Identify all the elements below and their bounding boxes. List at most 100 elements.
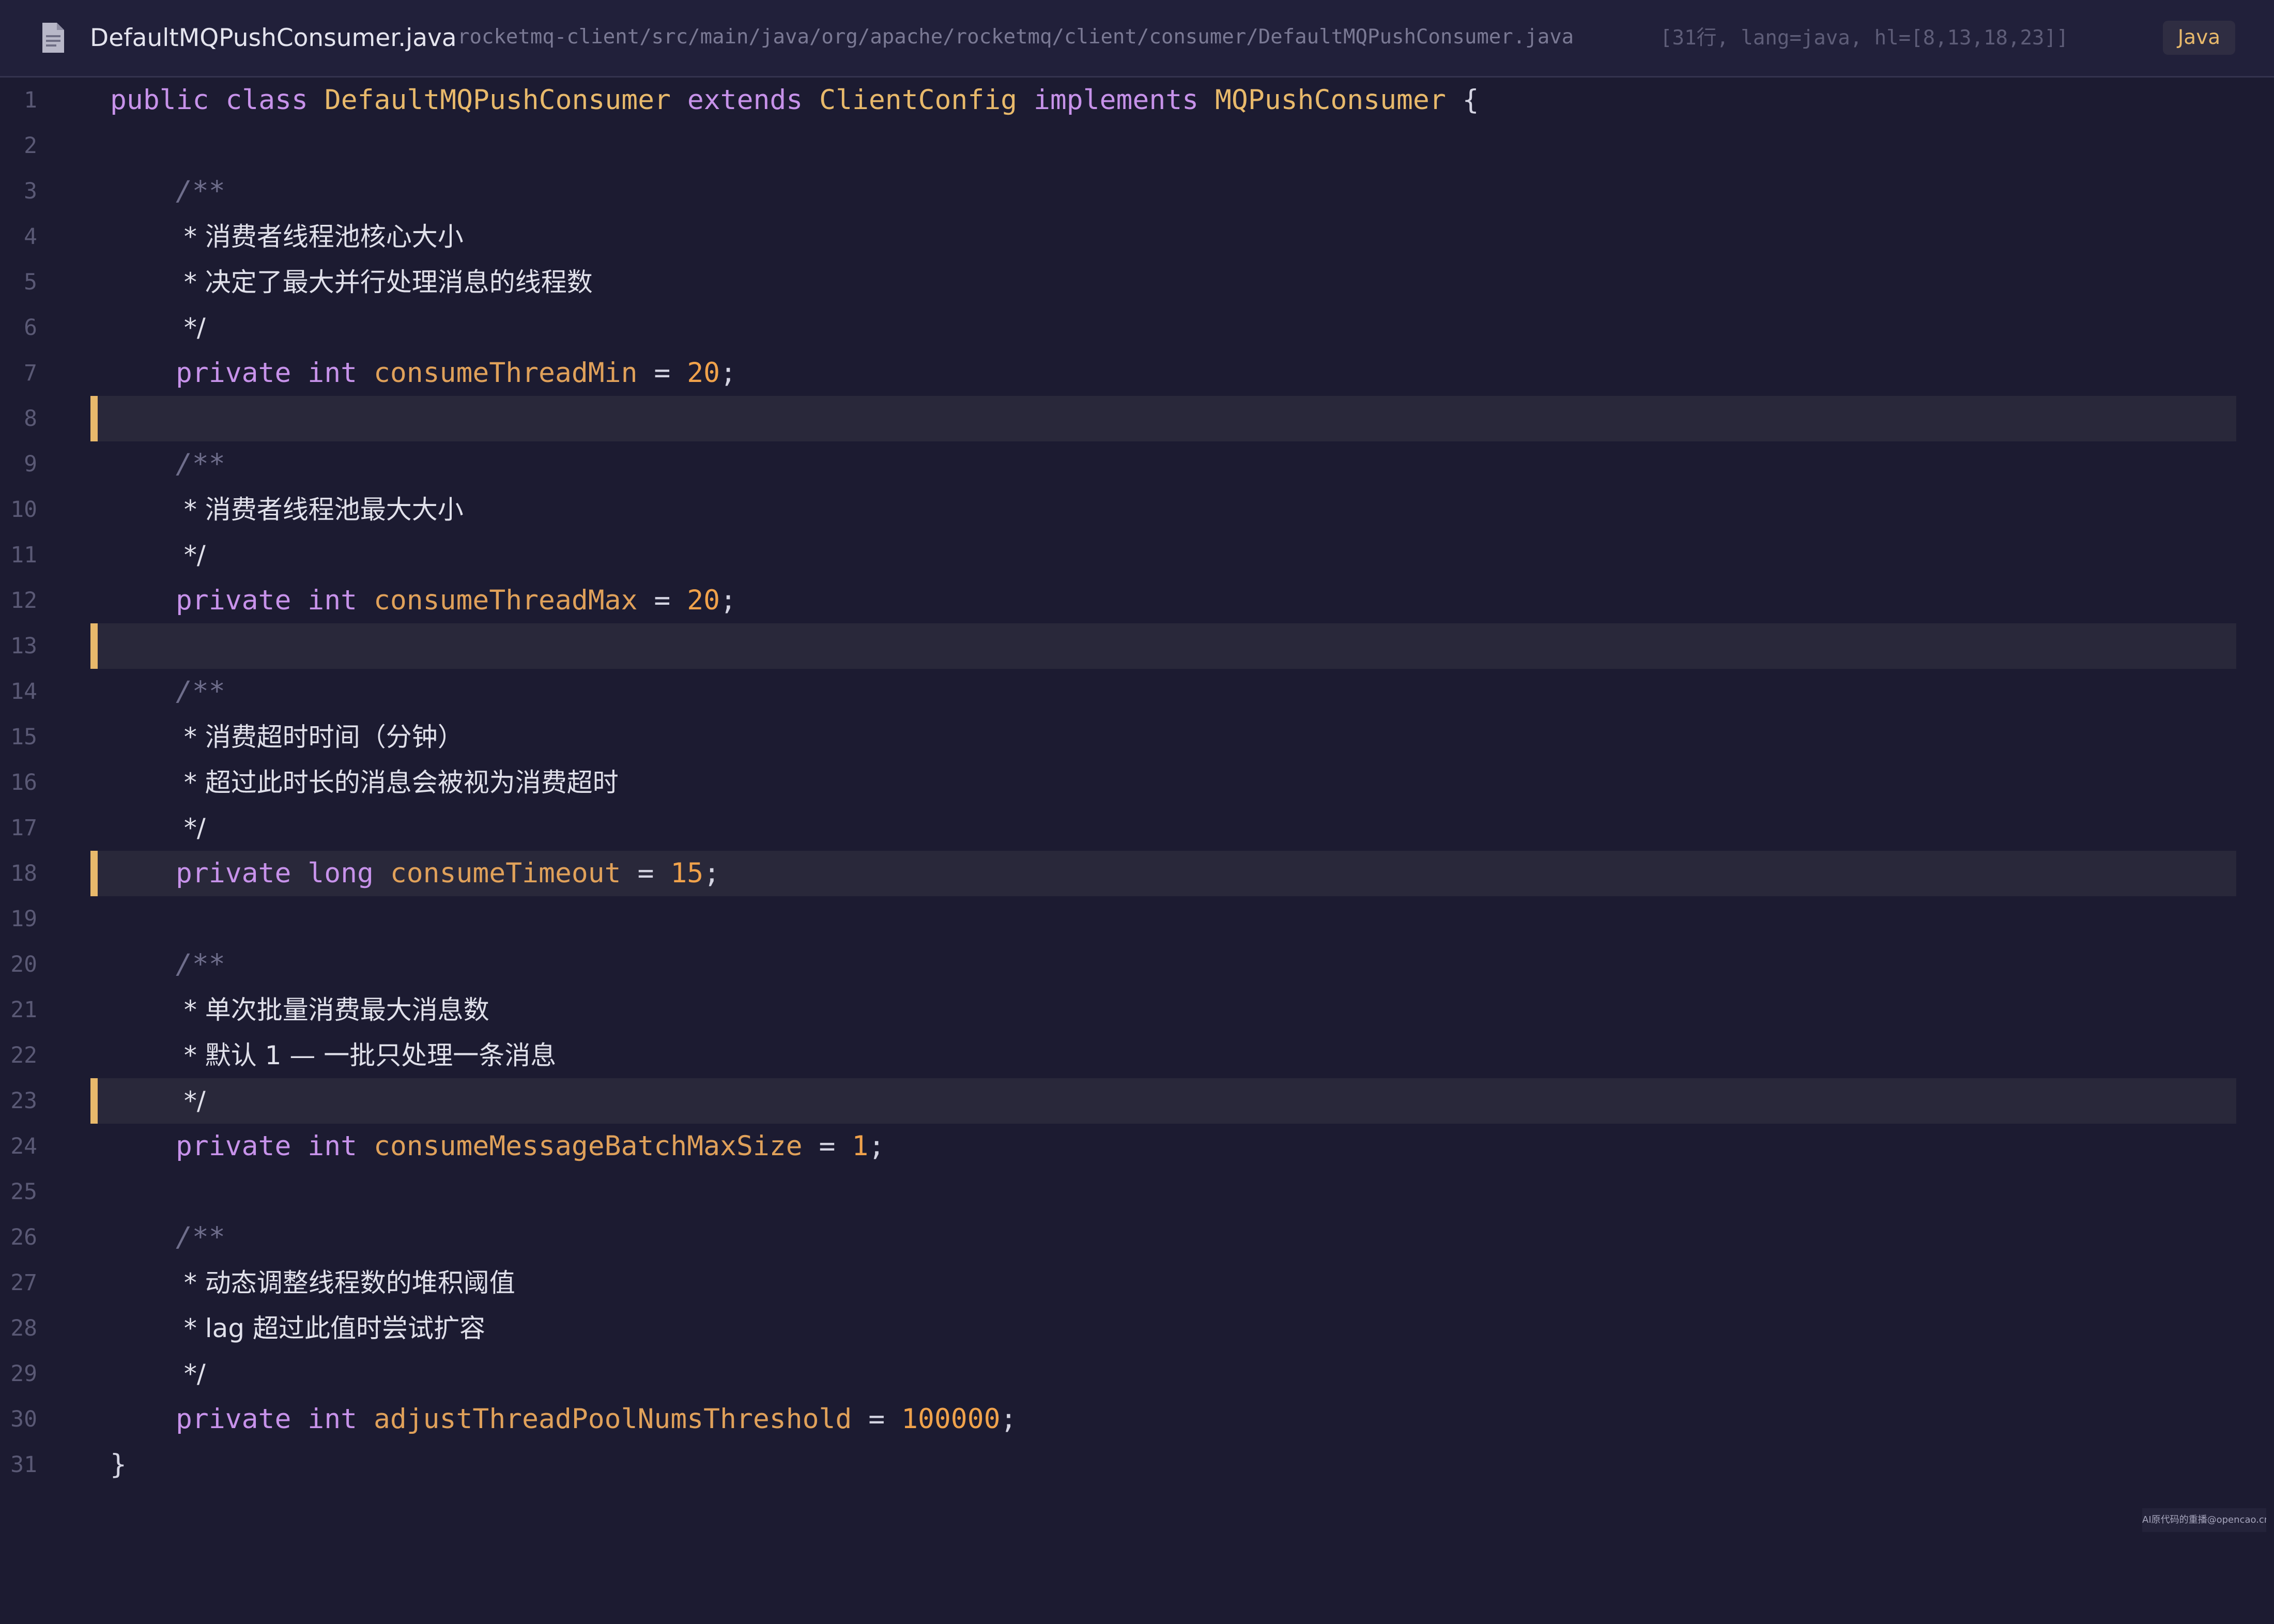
comment: /**	[176, 448, 225, 480]
code-line: 19	[0, 896, 2274, 942]
modifier: private	[176, 585, 291, 616]
file-path: rocketmq-client/src/main/java/org/apache…	[457, 25, 1574, 49]
closing-brace: }	[110, 1449, 127, 1480]
line-number: 10	[10, 497, 37, 523]
line-number: 7	[24, 360, 37, 386]
file-header: DefaultMQPushConsumer.java rocketmq-clie…	[0, 0, 2274, 78]
field-declaration: private int consumeMessageBatchMaxSize =…	[176, 1124, 885, 1169]
field-declaration: private int adjustThreadPoolNumsThreshol…	[176, 1397, 1017, 1442]
operator: =	[819, 1130, 836, 1162]
comment: /**	[176, 1221, 225, 1253]
code-line: 2	[0, 123, 2274, 168]
document-icon	[42, 23, 64, 53]
line-number: 14	[10, 679, 37, 704]
line-number: 28	[10, 1315, 37, 1341]
line-number: 19	[10, 906, 37, 932]
field-name: consumeThreadMax	[373, 585, 638, 616]
comment: /**	[176, 175, 225, 207]
semicolon: ;	[703, 857, 720, 889]
field-declaration: private int consumeThreadMax = 20;	[176, 578, 736, 623]
keyword: extends	[687, 84, 803, 116]
type: int	[308, 357, 358, 389]
line-number: 6	[24, 315, 37, 341]
comment: * lag 超过此值时尝试扩容	[176, 1313, 485, 1343]
watermark: AI原代码的重播@opencao.cn	[2142, 1508, 2266, 1532]
code-line: 22 * 默认 1 — 一批只处理一条消息	[0, 1033, 2274, 1078]
language-badge: Java	[2163, 21, 2235, 55]
highlighted-line: 18 private long consumeTimeout = 15;	[0, 851, 2274, 896]
number: 100000	[901, 1403, 1001, 1435]
field-declaration: private long consumeTimeout = 15;	[176, 851, 720, 896]
number: 1	[852, 1130, 869, 1162]
line-number: 27	[10, 1270, 37, 1296]
comment: */	[176, 540, 206, 570]
semicolon: ;	[720, 585, 737, 616]
code-line: 20 /**	[0, 942, 2274, 987]
line-number: 5	[24, 269, 37, 295]
modifier: private	[176, 1130, 291, 1162]
line-number: 3	[24, 178, 37, 204]
code-line: 7 private int consumeThreadMin = 20;	[0, 350, 2274, 396]
line-number: 13	[10, 633, 37, 659]
comment: */	[176, 1086, 206, 1116]
line-number: 24	[10, 1133, 37, 1159]
line-number: 15	[10, 724, 37, 750]
semicolon: ;	[720, 357, 737, 389]
keyword: class	[225, 84, 308, 116]
line-number: 29	[10, 1361, 37, 1387]
type: int	[308, 585, 358, 616]
modifier: private	[176, 357, 291, 389]
code-line: 14 /**	[0, 669, 2274, 714]
comment: /**	[176, 676, 225, 707]
line-number: 16	[10, 770, 37, 795]
operator: =	[654, 585, 671, 616]
field-name: consumeTimeout	[390, 857, 621, 889]
code-line: 10 * 消费者线程池最大大小	[0, 487, 2274, 532]
code-line: 25	[0, 1169, 2274, 1215]
type: int	[308, 1403, 358, 1435]
code-line: 5 * 决定了最大并行处理消息的线程数	[0, 259, 2274, 305]
line-number: 30	[10, 1406, 37, 1432]
line-number: 31	[10, 1452, 37, 1478]
code-line: 27 * 动态调整线程数的堆积阈值	[0, 1260, 2274, 1306]
number: 20	[687, 585, 720, 616]
comment: * 消费者线程池核心大小	[176, 222, 464, 252]
operator: =	[637, 857, 654, 889]
comment: * 消费者线程池最大大小	[176, 495, 464, 525]
comment: * 消费超时时间（分钟）	[176, 722, 464, 752]
code-line: 6 */	[0, 305, 2274, 350]
line-number: 12	[10, 588, 37, 614]
code-line: 28 * lag 超过此值时尝试扩容	[0, 1306, 2274, 1351]
class-name: DefaultMQPushConsumer	[324, 84, 671, 116]
highlighted-line: 13	[0, 623, 2274, 669]
code-line: 16 * 超过此时长的消息会被视为消费超时	[0, 760, 2274, 805]
code-line: 15 * 消费超时时间（分钟）	[0, 714, 2274, 760]
brace: {	[1462, 84, 1479, 116]
number: 15	[670, 857, 704, 889]
comment: * 单次批量消费最大消息数	[176, 995, 489, 1025]
line-number: 8	[24, 406, 37, 432]
comment: */	[176, 813, 206, 843]
line-number: 4	[24, 224, 37, 250]
type: int	[308, 1130, 358, 1162]
code-line: 24 private int consumeMessageBatchMaxSiz…	[0, 1124, 2274, 1169]
code-line: 4 * 消费者线程池核心大小	[0, 214, 2274, 259]
line-number: 26	[10, 1224, 37, 1250]
comment: /**	[176, 948, 225, 980]
type: long	[308, 857, 374, 889]
file-name: DefaultMQPushConsumer.java	[90, 24, 457, 52]
field-declaration: private int consumeThreadMin = 20;	[176, 350, 736, 396]
code-line: 17 */	[0, 805, 2274, 851]
interface-name: MQPushConsumer	[1215, 84, 1446, 116]
line-number: 9	[24, 451, 37, 477]
code-line: 11 */	[0, 532, 2274, 578]
code-line: 12 private int consumeThreadMax = 20;	[0, 578, 2274, 623]
code-line: 3 /**	[0, 168, 2274, 214]
code-line: 9 /**	[0, 441, 2274, 487]
code-line: 31 }	[0, 1442, 2274, 1488]
highlighted-line: 23 */	[0, 1078, 2274, 1124]
semicolon: ;	[868, 1130, 885, 1162]
keyword: implements	[1033, 84, 1199, 116]
line-number: 25	[10, 1179, 37, 1205]
line-number: 20	[10, 952, 37, 977]
